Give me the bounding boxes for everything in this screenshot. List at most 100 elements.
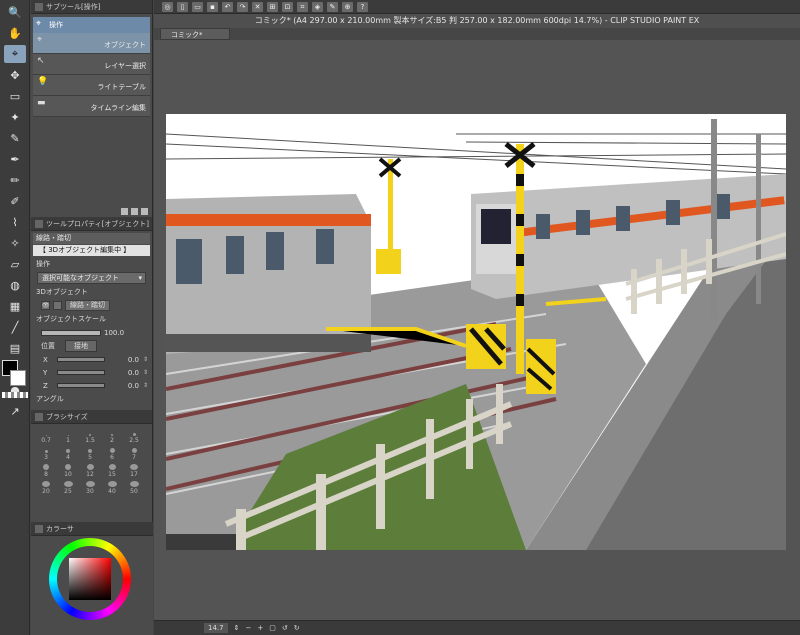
brush-size-cell[interactable]: 2 — [103, 430, 121, 444]
brush-size-cell[interactable]: 15 — [103, 464, 121, 478]
brush-size-cell[interactable]: 1.5 — [81, 430, 99, 444]
brush-size-cell[interactable]: 4 — [59, 447, 77, 461]
subtool-group-tab[interactable]: ⌖ 操作 — [33, 17, 150, 33]
brush-size-cell[interactable]: 7 — [125, 447, 143, 461]
hand-icon[interactable]: ✋ — [4, 24, 26, 42]
axis-value[interactable]: 0.0 — [109, 356, 139, 364]
redo-icon[interactable]: ↷ — [237, 1, 248, 12]
lock-icon[interactable] — [53, 301, 62, 310]
selection-icon[interactable]: ▭ — [4, 87, 26, 105]
copy-subtool-icon[interactable] — [121, 207, 128, 215]
invert-icon[interactable]: ◈ — [312, 1, 323, 12]
brush-size-cell[interactable]: 5 — [81, 447, 99, 461]
axis-value[interactable]: 0.0 — [109, 382, 139, 390]
help-icon[interactable]: ? — [357, 1, 368, 12]
subtool-item-layer-select[interactable]: ↖ レイヤー選択 — [33, 54, 150, 75]
zoom-in-icon[interactable]: + — [257, 624, 263, 632]
panel-grip-icon[interactable] — [35, 219, 43, 228]
undo-icon[interactable]: ↶ — [222, 1, 233, 12]
eraser-icon[interactable]: ▱ — [4, 255, 26, 273]
axis-slider[interactable] — [57, 357, 105, 362]
canvas-area[interactable] — [154, 40, 800, 620]
transform-icon[interactable]: ⊞ — [267, 1, 278, 12]
panel-grip-icon[interactable] — [35, 412, 43, 421]
new-file-icon[interactable]: ▯ — [177, 1, 188, 12]
rotate-right-icon[interactable]: ↻ — [294, 624, 300, 632]
pen-icon[interactable]: ✒ — [4, 150, 26, 168]
move-layer-icon[interactable]: ✥ — [4, 66, 26, 84]
scale-slider[interactable] — [41, 329, 101, 336]
brush-size-cell[interactable]: 20 — [37, 481, 55, 495]
brush-size-label: 25 — [64, 488, 72, 495]
brush-size-cell[interactable]: 1 — [59, 430, 77, 444]
eyedropper-icon[interactable]: ✎ — [4, 129, 26, 147]
hue-ring[interactable] — [49, 538, 131, 620]
brush-size-cell[interactable]: 8 — [37, 464, 55, 478]
brush-size-cell[interactable]: 25 — [59, 481, 77, 495]
fill-icon[interactable]: ◍ — [4, 276, 26, 294]
zoom-out-icon[interactable]: − — [245, 624, 251, 632]
spin-icon[interactable]: ⇕ — [143, 382, 149, 389]
clear-icon[interactable]: ✕ — [252, 1, 263, 12]
scale-value[interactable]: 100.0 — [104, 329, 124, 337]
rotate-left-icon[interactable]: ↺ — [282, 624, 288, 632]
delete-subtool-icon[interactable] — [141, 207, 148, 215]
brush-size-cell[interactable]: 12 — [81, 464, 99, 478]
axis-slider[interactable] — [57, 370, 105, 375]
brush-size-cell[interactable]: 6 — [103, 447, 121, 461]
brush-size-cell[interactable]: 17 — [125, 464, 143, 478]
save-icon[interactable]: ▪ — [207, 1, 218, 12]
brush-size-cell[interactable]: 40 — [103, 481, 121, 495]
brush-size-cell[interactable]: 2.5 — [125, 430, 143, 444]
axis-slider[interactable] — [57, 383, 105, 388]
object-name-button[interactable]: 線路・踏切 — [65, 300, 110, 311]
fit-view-icon[interactable]: ▢ — [269, 624, 276, 632]
canvas-page[interactable] — [166, 114, 786, 550]
snap-icon[interactable]: ⊕ — [342, 1, 353, 12]
decoration-icon[interactable]: ✧ — [4, 234, 26, 252]
correct-line-icon[interactable]: ↗ — [4, 402, 26, 420]
clip-studio-icon[interactable]: ◎ — [162, 1, 173, 12]
brush-icon[interactable]: ✐ — [4, 192, 26, 210]
panel-grip-icon[interactable] — [35, 524, 43, 533]
pencil-icon[interactable]: ✏ — [4, 171, 26, 189]
eye-icon[interactable]: 👁 — [41, 301, 50, 310]
brush-size-cell[interactable]: 0.7 — [37, 430, 55, 444]
scale-label: オブジェクトスケール — [36, 315, 106, 323]
figure-icon[interactable]: ╱ — [4, 318, 26, 336]
transparent-color-swatch[interactable] — [2, 392, 28, 398]
spin-icon[interactable]: ⇕ — [143, 356, 149, 363]
subtool-item-timeline[interactable]: ▬ タイムライン編集 — [33, 96, 150, 117]
saturation-value-square[interactable] — [69, 558, 111, 600]
operation-select[interactable]: 選択可能なオブジェクト — [37, 272, 146, 284]
pen-pressure-icon[interactable]: ✎ — [327, 1, 338, 12]
open-file-icon[interactable]: ▭ — [192, 1, 203, 12]
railway-3d-scene[interactable] — [166, 114, 786, 550]
brush-size-title-text: ブラシサイズ — [46, 412, 88, 421]
new-subtool-icon[interactable] — [131, 207, 138, 215]
frame-icon[interactable]: ▤ — [4, 339, 26, 357]
axis-value[interactable]: 0.0 — [109, 369, 139, 377]
zoom-value[interactable]: 14.7 — [204, 623, 228, 633]
airbrush-icon[interactable]: ⌇ — [4, 213, 26, 231]
brush-size-cell[interactable]: 3 — [37, 447, 55, 461]
subtool-item-object[interactable]: ⌖ オブジェクト — [33, 33, 150, 54]
magnify-icon[interactable]: 🔍 — [4, 3, 26, 21]
ground-button[interactable]: 接地 — [65, 340, 97, 352]
panel-grip-icon[interactable] — [35, 2, 43, 11]
document-tab[interactable]: コミック* — [160, 28, 230, 40]
zoom-stepper-icon[interactable]: ⇕ — [234, 624, 240, 632]
deselect-icon[interactable]: ⊡ — [282, 1, 293, 12]
spin-icon[interactable]: ⇕ — [143, 369, 149, 376]
left-panel-dock: サブツール[操作] ⌖ 操作 ⌖ オブジェクト ↖ レイヤー選択 💡 ライトテー… — [31, 0, 153, 635]
color-swatches[interactable] — [2, 360, 28, 390]
subtool-item-lighttable[interactable]: 💡 ライトテーブル — [33, 75, 150, 96]
crop-icon[interactable]: ⌗ — [297, 1, 308, 12]
auto-select-icon[interactable]: ✦ — [4, 108, 26, 126]
gradient-icon[interactable]: ▦ — [4, 297, 26, 315]
brush-size-cell[interactable]: 50 — [125, 481, 143, 495]
brush-size-cell[interactable]: 30 — [81, 481, 99, 495]
operation-tool-icon[interactable]: ⌖ — [4, 45, 26, 63]
brush-size-cell[interactable]: 10 — [59, 464, 77, 478]
sub-color-swatch[interactable] — [10, 370, 26, 386]
